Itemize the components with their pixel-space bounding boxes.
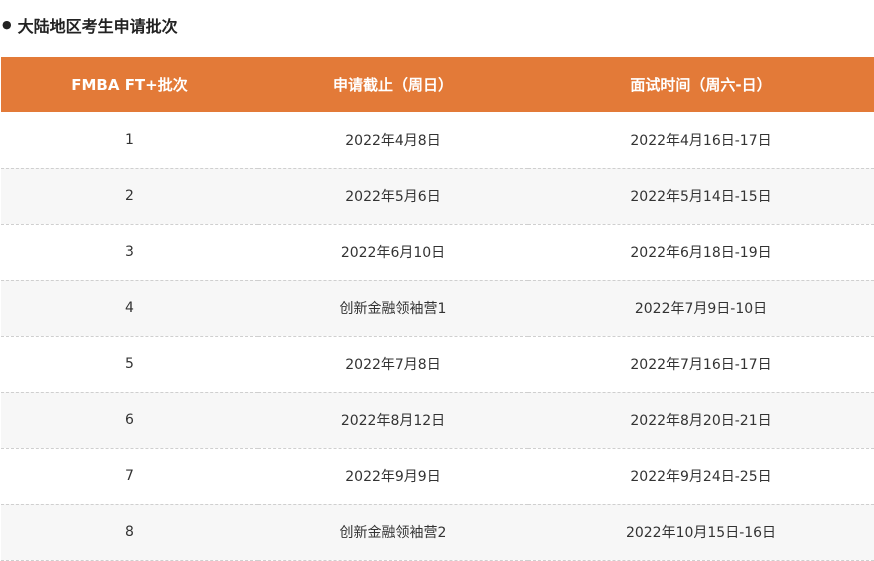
cell-batch: 8	[125, 524, 134, 540]
section-heading: ● 大陆地区考生申请批次	[0, 0, 874, 50]
table-row: 8 创新金融领袖营2 2022年10月15日-16日	[1, 504, 874, 560]
bullet-icon: ●	[2, 17, 12, 31]
cell-deadline: 2022年9月9日	[345, 469, 441, 485]
table-row: 5 2022年7月8日 2022年7月16日-17日	[1, 336, 874, 392]
cell-interview: 2022年10月15日-16日	[625, 525, 777, 541]
table-row: 4 创新金融领袖营1 2022年7月9日-10日	[1, 280, 874, 336]
header-batch: FMBA FT+批次	[71, 76, 188, 94]
cell-deadline: 2022年8月12日	[340, 413, 446, 429]
batch-schedule-table: FMBA FT+批次 申请截止（周日） 面试时间（周六-日） 1 2022年4月…	[1, 57, 874, 561]
cell-deadline: 2022年7月8日	[345, 357, 441, 373]
table-header: FMBA FT+批次 申请截止（周日） 面试时间（周六-日）	[1, 57, 874, 112]
cell-batch: 4	[125, 300, 134, 316]
cell-interview: 2022年7月9日-10日	[634, 301, 768, 317]
cell-deadline: 创新金融领袖营2	[339, 525, 447, 541]
cell-deadline: 创新金融领袖营1	[339, 301, 447, 317]
cell-batch: 7	[125, 468, 134, 484]
header-interview: 面试时间（周六-日）	[630, 76, 772, 94]
cell-batch: 5	[125, 356, 134, 372]
table-row: 3 2022年6月10日 2022年6月18日-19日	[1, 224, 874, 280]
table-row: 1 2022年4月8日 2022年4月16日-17日	[1, 112, 874, 168]
cell-deadline: 2022年4月8日	[345, 132, 441, 149]
cell-deadline: 2022年5月6日	[345, 189, 441, 205]
cell-interview: 2022年6月18日-19日	[630, 245, 772, 261]
cell-interview: 2022年4月16日-17日	[630, 132, 772, 149]
cell-deadline: 2022年6月10日	[340, 245, 446, 261]
table-row: 2 2022年5月6日 2022年5月14日-15日	[1, 168, 874, 224]
cell-batch: 1	[125, 131, 134, 148]
section-title: 大陆地区考生申请批次	[17, 17, 178, 36]
table-body: 1 2022年4月8日 2022年4月16日-17日 2 2022年5月6日 2…	[1, 112, 874, 560]
table-row: 7 2022年9月9日 2022年9月24日-25日	[1, 448, 874, 504]
cell-interview: 2022年9月24日-25日	[630, 469, 772, 485]
cell-batch: 6	[125, 412, 134, 428]
cell-batch: 2	[125, 188, 134, 204]
table-row: 6 2022年8月12日 2022年8月20日-21日	[1, 392, 874, 448]
table-header-row: FMBA FT+批次 申请截止（周日） 面试时间（周六-日）	[1, 57, 874, 112]
cell-batch: 3	[125, 244, 134, 260]
cell-interview: 2022年5月14日-15日	[630, 189, 772, 205]
cell-interview: 2022年8月20日-21日	[630, 413, 772, 429]
header-deadline: 申请截止（周日）	[332, 76, 453, 94]
cell-interview: 2022年7月16日-17日	[630, 357, 772, 373]
